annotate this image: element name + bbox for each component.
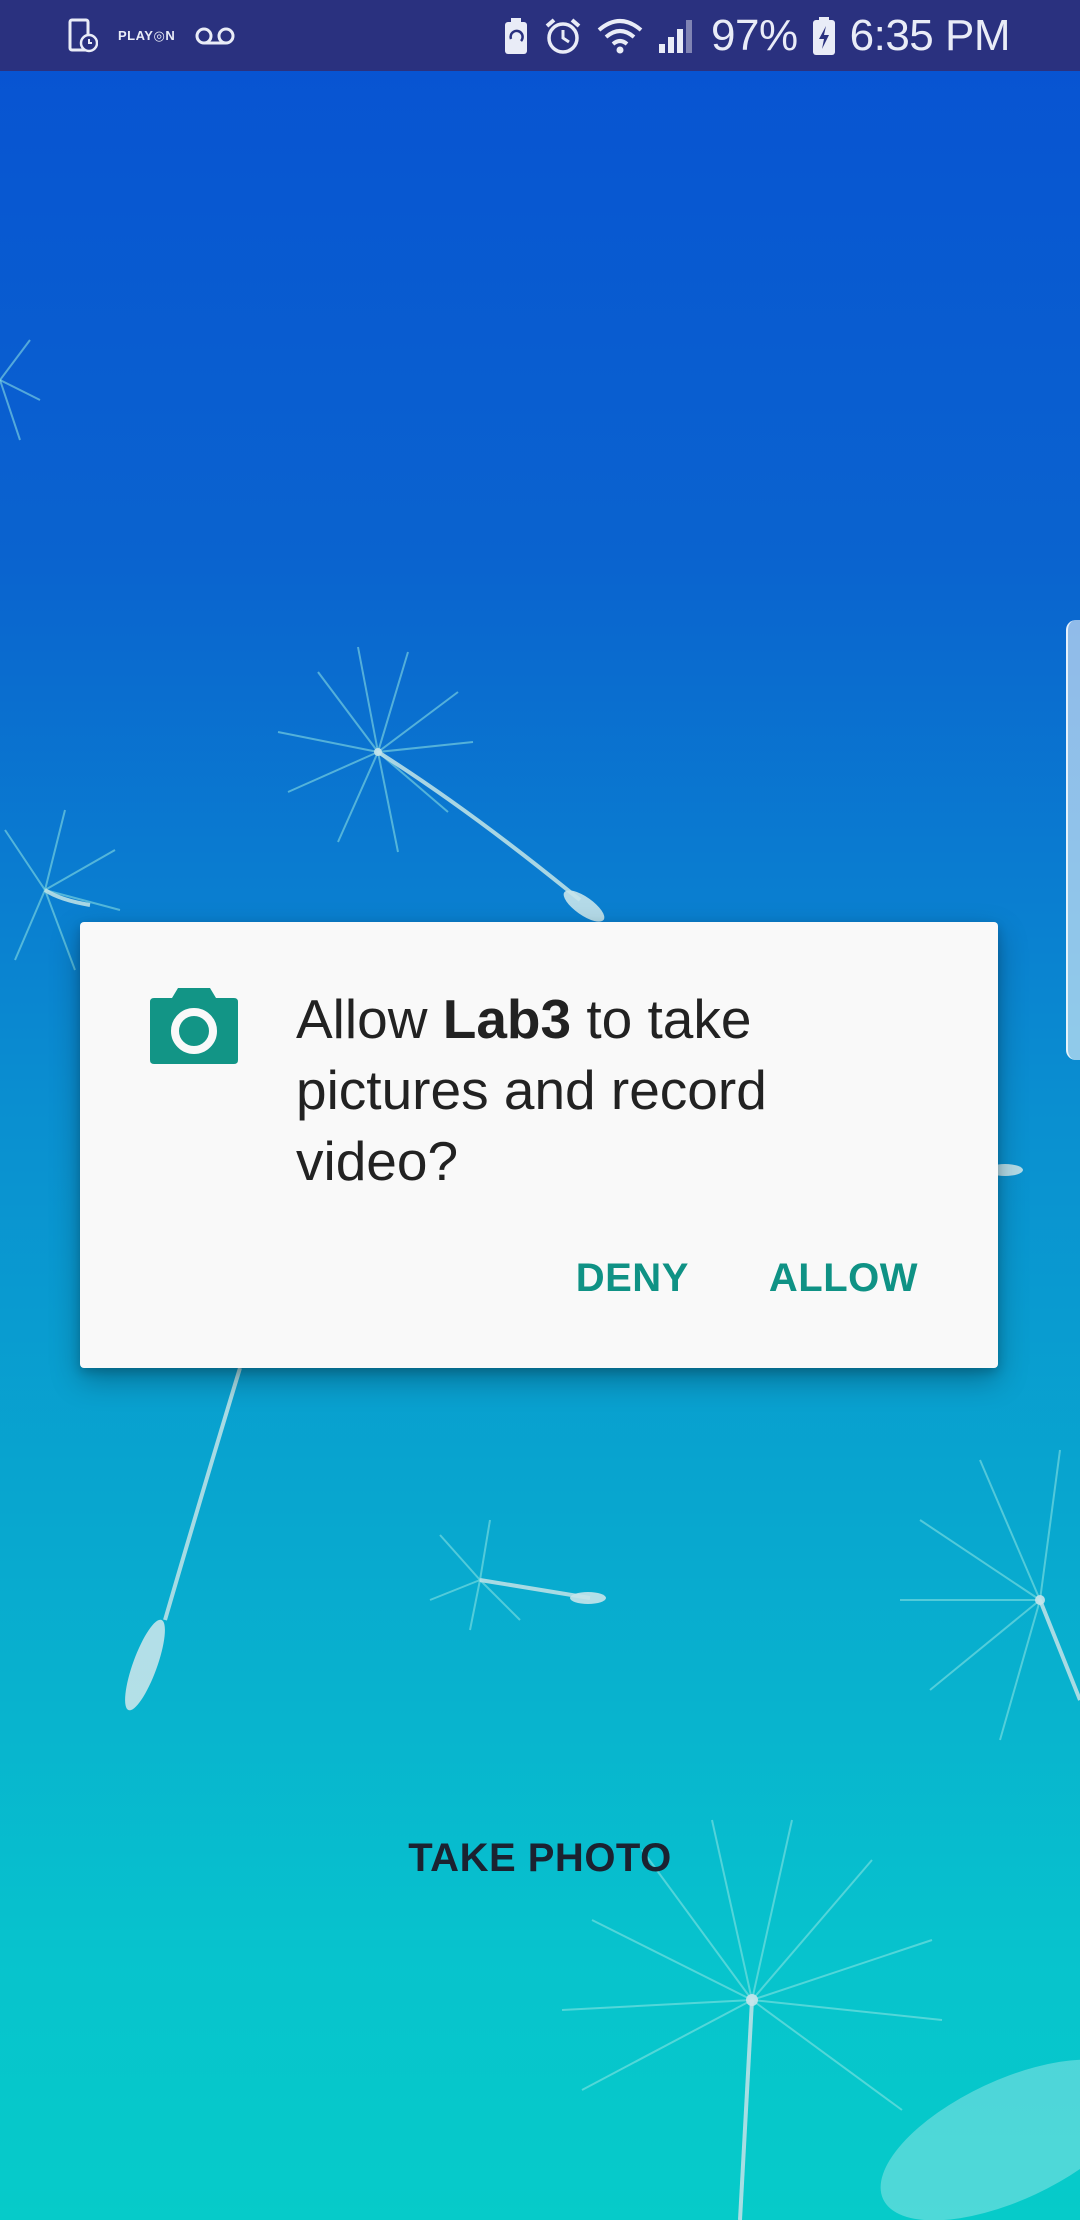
alarm-icon <box>543 16 583 56</box>
dialog-actions: DENY ALLOW <box>576 1256 918 1301</box>
take-photo-button[interactable]: TAKE PHOTO <box>0 1836 1080 1881</box>
status-bar-right: 97% 6:35 PM <box>503 0 1011 71</box>
battery-percent: 97% <box>711 10 798 60</box>
status-bar: PLAY◎N 97% 6:35 PM <box>0 0 1080 71</box>
camera-icon <box>148 984 240 1066</box>
signal-icon <box>657 18 697 54</box>
clock: 6:35 PM <box>849 10 1011 60</box>
permission-message: Allow Lab3 to take pictures and record v… <box>296 984 916 1197</box>
edge-panel-handle[interactable] <box>1066 620 1080 1060</box>
status-bar-left: PLAY◎N <box>68 0 235 71</box>
allow-button[interactable]: ALLOW <box>769 1256 918 1301</box>
message-prefix: Allow <box>296 988 443 1050</box>
deny-button[interactable]: DENY <box>576 1256 689 1301</box>
app-name: Lab3 <box>442 988 572 1050</box>
playon-icon: PLAY◎N <box>118 27 176 43</box>
home-screen: PLAY◎N 97% 6:35 PM Allow Lab3 to take pi… <box>0 0 1080 2220</box>
voicemail-icon <box>195 26 235 46</box>
battery-saver-icon <box>503 17 529 55</box>
battery-charging-icon <box>812 16 836 56</box>
screen-timer-icon <box>68 18 98 54</box>
permission-dialog: Allow Lab3 to take pictures and record v… <box>80 922 998 1368</box>
wifi-icon <box>597 18 643 54</box>
